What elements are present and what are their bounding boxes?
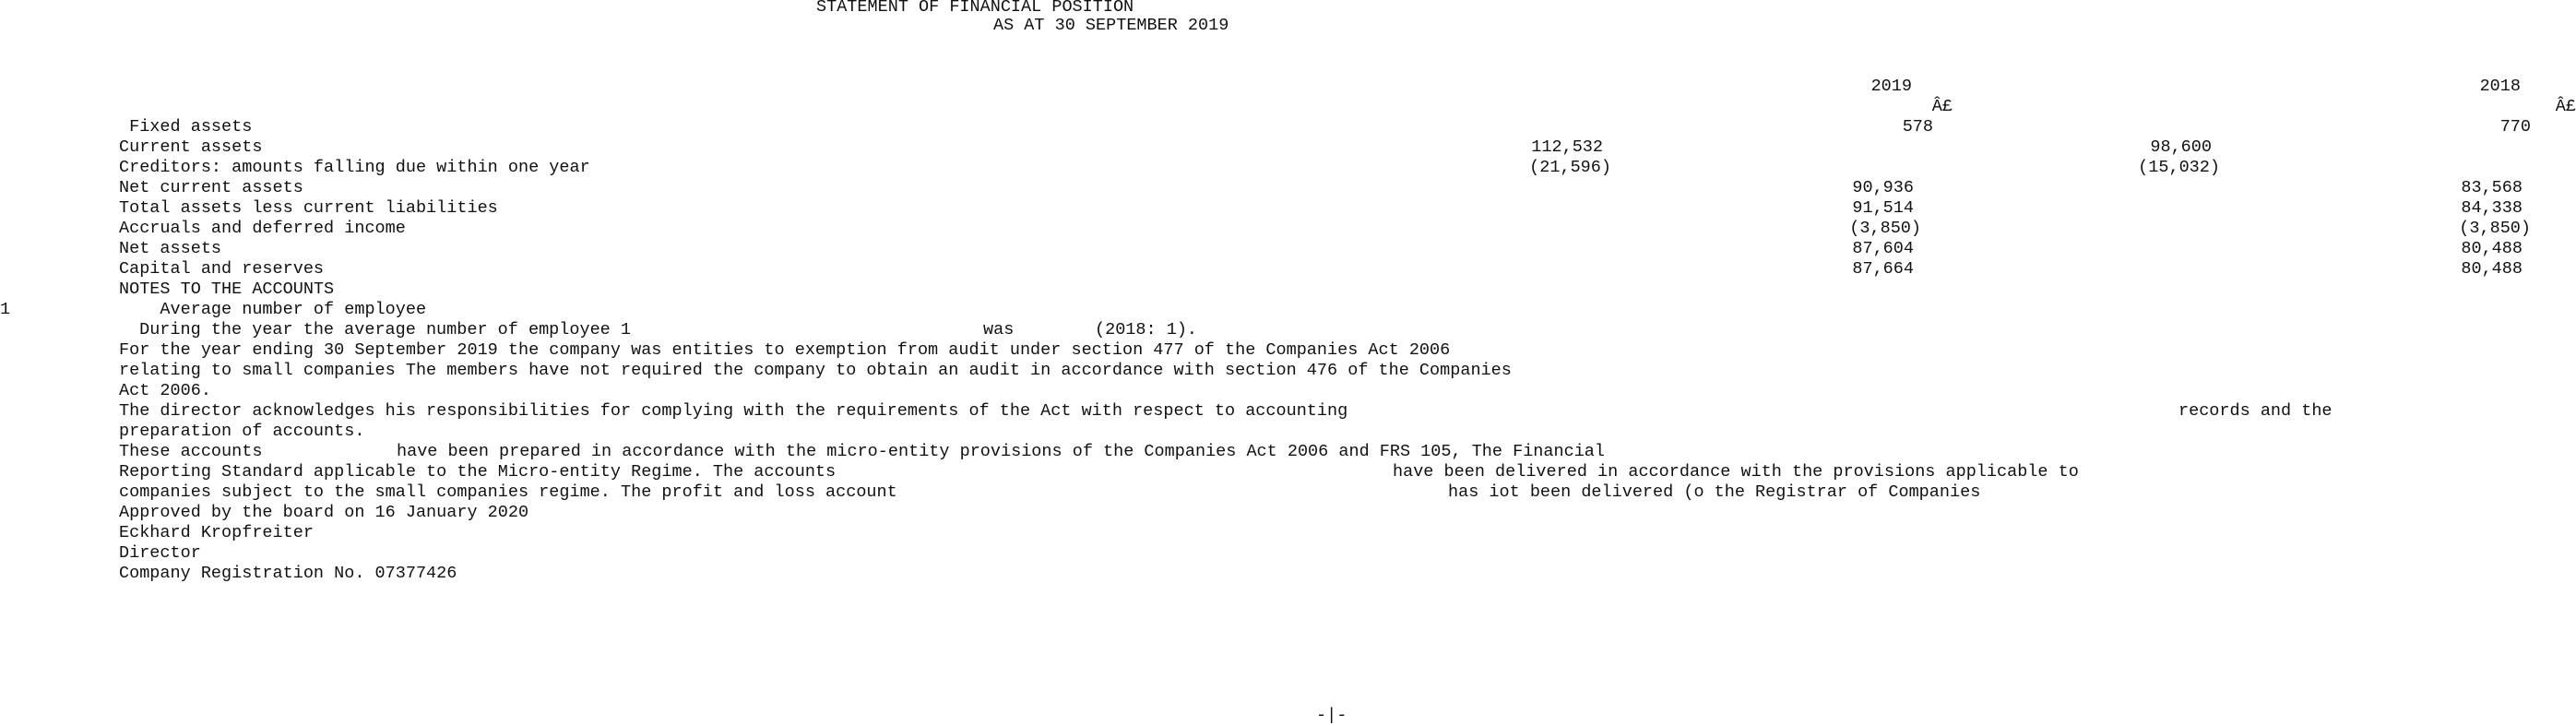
row-value-2018: (3,850) (2459, 219, 2531, 238)
row-value-2019: 87,664 (1852, 259, 1914, 279)
note-number: 1 (0, 300, 11, 319)
micro-entity-line: These accounts (119, 442, 263, 461)
row-value-2019: 91,514 (1852, 198, 1914, 218)
audit-exemption-line: relating to small companies The members … (119, 361, 1512, 380)
column-year-2018: 2018 (2479, 77, 2521, 96)
column-year-2019: 2019 (1870, 77, 1912, 96)
row-value-2019: 90,936 (1852, 178, 1914, 197)
row-value-2018: 80,488 (2461, 239, 2523, 258)
micro-entity-line: have been delivered in accordance with t… (1393, 462, 2079, 482)
row-label-total-assets: Total assets less current liabilities (119, 198, 498, 218)
micro-entity-line: has iot been delivered (o the Registrar … (1448, 482, 1981, 502)
employee-text-was: was (983, 320, 1015, 339)
row-subvalue-2019: (21,596) (1529, 158, 1611, 177)
director-role: Director (119, 543, 201, 563)
notes-heading: NOTES TO THE ACCOUNTS (119, 280, 335, 299)
row-subvalue-2018: 98,600 (2150, 137, 2212, 157)
row-value-2018: 770 (2499, 117, 2531, 137)
micro-entity-line: Reporting Standard applicable to the Mic… (119, 462, 837, 482)
employee-prior-year: (2018: 1). (1095, 320, 1198, 339)
row-label-current-assets: Current assets (119, 137, 263, 157)
employee-text: During the year the average number of em… (129, 320, 631, 339)
row-value-2018: 84,338 (2461, 198, 2523, 218)
audit-exemption-line: Act 2006. (119, 381, 211, 400)
micro-entity-line: companies subject to the small companies… (119, 482, 897, 502)
note-title: Average number of employee (119, 300, 427, 319)
audit-exemption-line: For the year ending 30 September 2019 th… (119, 340, 1451, 360)
row-label-accruals: Accruals and deferred income (119, 219, 406, 238)
statement-date: AS AT 30 SEPTEMBER 2019 (993, 16, 1229, 35)
currency-2019: Â£ (1931, 97, 1953, 116)
director-responsibility-line: The director acknowledges his responsibi… (119, 401, 1348, 421)
row-label-net-assets: Net assets (119, 239, 222, 258)
row-value-2019: 87,604 (1852, 239, 1914, 258)
director-name: Eckhard Kropfreiter (119, 523, 314, 542)
company-registration: Company Registration No. 07377426 (119, 564, 457, 583)
row-value-2019: 578 (1902, 117, 1933, 137)
row-value-2018: 83,568 (2461, 178, 2523, 197)
row-label-net-current-assets: Net current assets (119, 178, 303, 197)
approval-date: Approved by the board on 16 January 2020 (119, 503, 529, 522)
micro-entity-line: have been prepared in accordance with th… (397, 442, 1606, 461)
row-label-creditors: Creditors: amounts falling due within on… (119, 158, 590, 177)
director-responsibility-line-end: records and the (2178, 401, 2333, 421)
row-value-2019: (3,850) (1849, 219, 1921, 238)
row-label-fixed-assets: Fixed assets (119, 117, 253, 137)
row-subvalue-2018: (15,032) (2138, 158, 2220, 177)
row-value-2018: 80,488 (2461, 259, 2523, 279)
row-subvalue-2019: 112,532 (1531, 137, 1603, 157)
row-label-capital-reserves: Capital and reserves (119, 259, 325, 279)
director-responsibility-line: preparation of accounts. (119, 422, 365, 441)
currency-2018: Â£ (2555, 97, 2576, 116)
